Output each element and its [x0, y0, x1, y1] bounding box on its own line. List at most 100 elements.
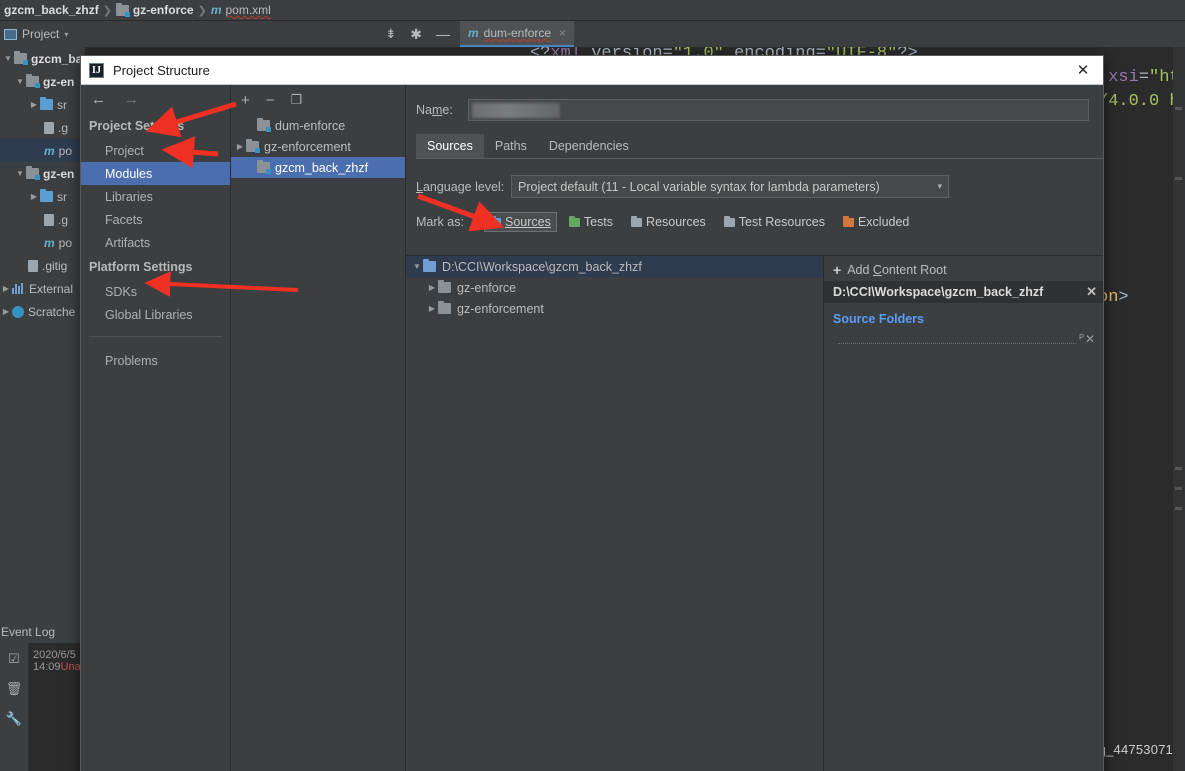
content-root-row[interactable]: ▼ D:\CCI\Workspace\gzcm_back_zhzf — [406, 256, 823, 277]
forward-arrow-icon[interactable]: → — [124, 91, 139, 108]
settings-gear-icon[interactable]: ✱ — [410, 26, 422, 43]
chevron-right-icon[interactable]: ▶ — [28, 192, 40, 201]
editor-marker-gutter[interactable] — [1173, 47, 1185, 771]
event-log-tab[interactable]: Event Log — [0, 625, 80, 643]
sidebar-item-global-libraries[interactable]: Global Libraries — [81, 303, 230, 326]
tree-row[interactable]: .gitig — [0, 254, 85, 277]
sidebar-item-project[interactable]: Project — [81, 139, 230, 162]
tab-dependencies[interactable]: Dependencies — [538, 134, 640, 158]
modules-toolbar: + − ❐ — [231, 85, 405, 115]
mark-read-icon[interactable]: ☑ — [8, 651, 20, 667]
tree-row[interactable]: ▼ gz-en — [0, 162, 85, 185]
tab-paths[interactable]: Paths — [484, 134, 538, 158]
tree-row-label: po — [58, 235, 73, 250]
chevron-down-icon[interactable]: ▼ — [14, 169, 26, 178]
sidebar-item-modules[interactable]: Modules — [81, 162, 230, 185]
chevron-down-icon[interactable]: ▼ — [2, 54, 14, 63]
dialog-title-bar[interactable]: IJ Project Structure ✕ — [81, 56, 1103, 85]
chevron-right-icon[interactable]: ▶ — [234, 142, 246, 151]
project-toolwindow-label: Project — [22, 27, 60, 41]
breadcrumb-item-2[interactable]: m pom.xml — [207, 3, 275, 17]
event-log-body: 2020/6/5 14:09 Una — [28, 643, 86, 771]
remove-content-root-icon[interactable]: ✕ — [1086, 284, 1097, 300]
content-root-row[interactable]: ▶ gz-enforcement — [406, 298, 823, 319]
mark-as-row: Mark as: Sources Tests Resources Test Re… — [406, 198, 1103, 232]
hide-icon[interactable]: — — [436, 26, 450, 42]
chevron-right-icon[interactable]: ▶ — [0, 284, 12, 293]
editor-tab-dum-enforce[interactable]: m dum-enforce × — [460, 21, 575, 47]
settings-wrench-icon[interactable]: 🔧 — [6, 711, 22, 727]
content-root-row[interactable]: ▶ gz-enforce — [406, 277, 823, 298]
tree-row[interactable]: m po — [0, 231, 85, 254]
collapse-all-icon[interactable]: ⇟ — [385, 26, 396, 42]
tree-row[interactable]: ▼ gzcm_ba — [0, 47, 85, 70]
project-tree[interactable]: ▼ gzcm_ba ▼ gz-en ▶ sr .g m po ▼ gz-en ▶… — [0, 47, 86, 626]
mark-as-test-resources-button[interactable]: Test Resources — [718, 212, 831, 232]
module-list-item-dum-enforce[interactable]: dum-enforce — [231, 115, 405, 136]
chevron-right-icon[interactable]: ▶ — [28, 100, 40, 109]
dialog-body: ← → Project Settings Project Modules Lib… — [81, 85, 1103, 771]
module-list-item-gzcm-back-zhzf[interactable]: gzcm_back_zhzf — [231, 157, 405, 178]
module-name-input[interactable] — [468, 99, 1089, 121]
trash-icon[interactable]: 🗑 — [6, 681, 23, 697]
tree-row[interactable]: ▶ External — [0, 277, 85, 300]
dialog-sidebar: ← → Project Settings Project Modules Lib… — [81, 85, 231, 771]
mark-as-button-label: Sources — [505, 215, 551, 229]
breadcrumb-item-1[interactable]: gz-enforce — [112, 2, 198, 17]
chevron-down-icon[interactable]: ▾ — [64, 30, 68, 39]
chevron-right-icon[interactable]: ▶ — [0, 307, 12, 316]
tree-row-label: .gitig — [42, 258, 68, 273]
close-icon[interactable]: ✕ — [1069, 58, 1097, 82]
add-content-root-button[interactable]: + Add Content Root — [824, 259, 1103, 281]
tab-sources[interactable]: Sources — [416, 134, 484, 158]
tree-row-label: gz-en — [43, 166, 75, 181]
tree-row[interactable]: ▶ sr — [0, 93, 85, 116]
folder-icon — [40, 97, 53, 110]
mark-as-excluded-button[interactable]: Excluded — [837, 212, 915, 232]
sidebar-item-sdks[interactable]: SDKs — [81, 280, 230, 303]
tree-row[interactable]: ▶ Scratche — [0, 300, 85, 323]
tests-folder-icon — [568, 215, 580, 227]
content-roots-tree[interactable]: ▼ D:\CCI\Workspace\gzcm_back_zhzf ▶ gz-e… — [406, 256, 823, 771]
remove-x-icon[interactable]: ✕ — [1085, 332, 1095, 346]
sidebar-item-artifacts[interactable]: Artifacts — [81, 231, 230, 254]
chevron-down-icon[interactable]: ▼ — [14, 77, 26, 86]
chevron-down-icon[interactable]: ▼ — [411, 262, 423, 271]
source-folder-entry[interactable]: ᴾ ✕ — [838, 331, 1095, 347]
file-icon — [28, 259, 38, 272]
mark-as-sources-button[interactable]: Sources — [484, 212, 557, 232]
breadcrumb-label-0: gzcm_back_zhzf — [4, 3, 99, 17]
module-folder-icon — [257, 118, 271, 132]
mark-as-tests-button[interactable]: Tests — [563, 212, 619, 232]
close-icon[interactable]: × — [559, 26, 566, 40]
excluded-folder-icon — [842, 215, 854, 227]
sidebar-item-facets[interactable]: Facets — [81, 208, 230, 231]
content-root-label: D:\CCI\Workspace\gzcm_back_zhzf — [442, 259, 642, 274]
tree-row[interactable]: ▼ gz-en — [0, 70, 85, 93]
chevron-right-icon[interactable]: ▶ — [426, 304, 438, 313]
sidebar-item-problems[interactable]: Problems — [81, 349, 230, 372]
properties-icon[interactable]: ᴾ — [1079, 333, 1084, 345]
module-editor-tabs: Sources Paths Dependencies — [416, 134, 1103, 159]
sidebar-item-libraries[interactable]: Libraries — [81, 185, 230, 208]
breadcrumb-item-0[interactable]: gzcm_back_zhzf — [0, 3, 103, 17]
tree-row[interactable]: m po — [0, 139, 85, 162]
content-root-header: D:\CCI\Workspace\gzcm_back_zhzf ✕ — [824, 281, 1103, 303]
chevron-down-icon[interactable]: ▾ — [937, 181, 942, 192]
back-arrow-icon[interactable]: ← — [91, 91, 106, 108]
module-list-item-gz-enforcement[interactable]: ▶ gz-enforcement — [231, 136, 405, 157]
tree-row[interactable]: ▶ sr — [0, 185, 85, 208]
mark-as-resources-button[interactable]: Resources — [625, 212, 712, 232]
mark-as-label: Mark as: — [416, 215, 464, 229]
language-level-select[interactable]: Project default (11 - Local variable syn… — [511, 175, 949, 198]
remove-icon[interactable]: − — [266, 92, 275, 109]
tree-row[interactable]: .g — [0, 116, 85, 139]
project-toolwindow-title[interactable]: Project ▾ — [0, 27, 68, 41]
module-name-label: Name: — [416, 103, 453, 117]
source-folders-heading: Source Folders — [833, 312, 924, 326]
screenshot-root: <?xml version="1.0" encoding="UTF-8"?> :… — [0, 0, 1185, 771]
add-icon[interactable]: + — [241, 92, 250, 109]
tree-row[interactable]: .g — [0, 208, 85, 231]
chevron-right-icon[interactable]: ▶ — [426, 283, 438, 292]
copy-icon[interactable]: ❐ — [291, 92, 303, 108]
